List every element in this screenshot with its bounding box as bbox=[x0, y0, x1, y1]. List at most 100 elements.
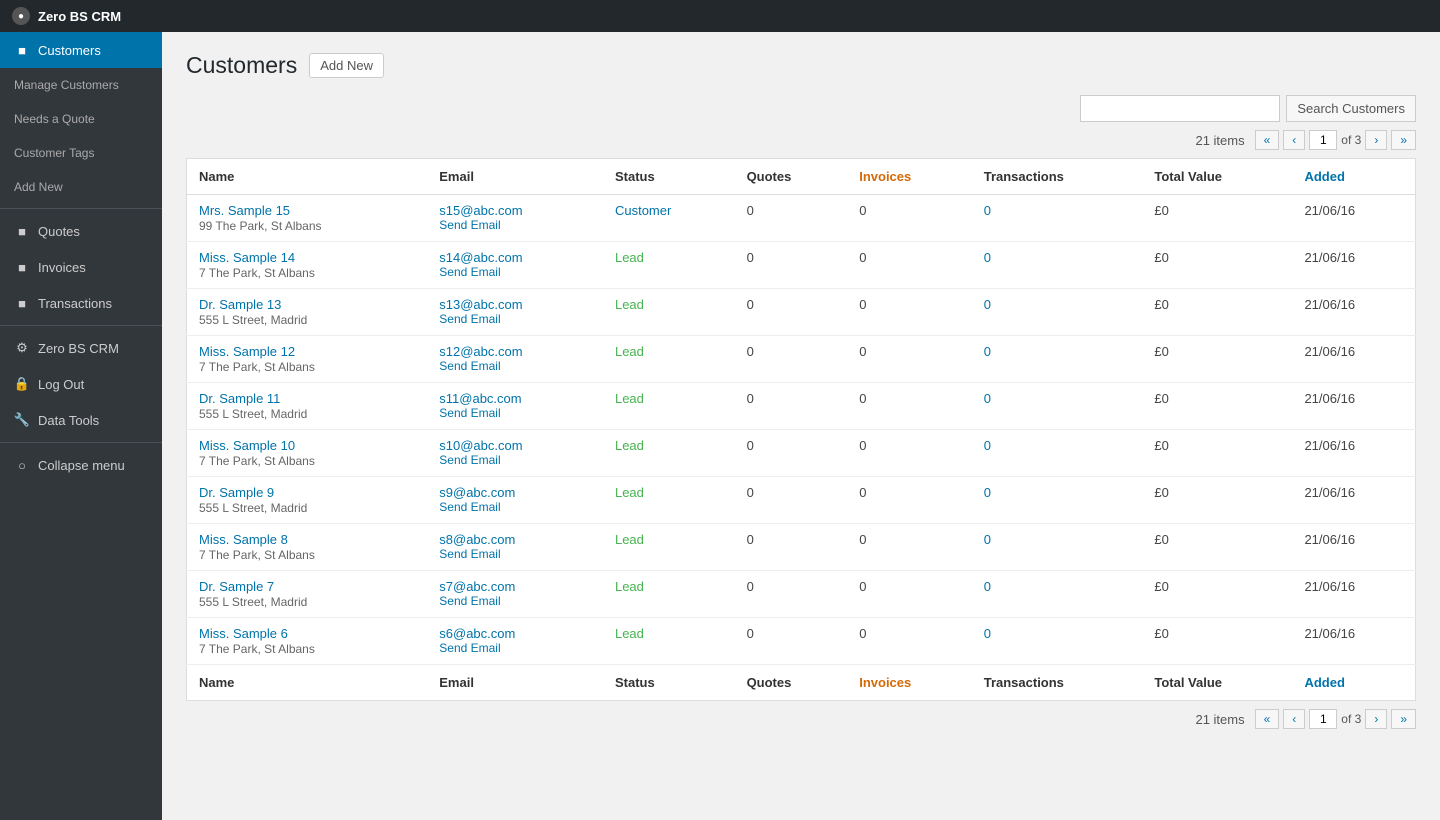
send-email-link-1[interactable]: Send Email bbox=[439, 265, 591, 279]
prev-page-btn-bottom[interactable]: ‹ bbox=[1283, 709, 1305, 729]
app-title: Zero BS CRM bbox=[38, 9, 121, 24]
cell-added-8: 21/06/16 bbox=[1292, 571, 1415, 618]
sidebar-item-add-new[interactable]: Add New bbox=[0, 170, 162, 204]
main-content: Customers Add New Search Customers 21 it… bbox=[162, 32, 1440, 820]
customer-email-link-0[interactable]: s15@abc.com bbox=[439, 203, 591, 218]
sidebar-item-data-tools[interactable]: 🔧 Data Tools bbox=[0, 402, 162, 438]
cell-quotes-7: 0 bbox=[735, 524, 848, 571]
customer-name-link-3[interactable]: Miss. Sample 12 bbox=[199, 344, 415, 359]
col-footer-status: Status bbox=[603, 665, 735, 701]
next-page-btn-top[interactable]: › bbox=[1365, 130, 1387, 150]
customer-name-link-5[interactable]: Miss. Sample 10 bbox=[199, 438, 415, 453]
transactions-link-4[interactable]: 0 bbox=[984, 391, 991, 406]
sidebar-item-invoices[interactable]: ■ Invoices bbox=[0, 249, 162, 285]
sidebar-item-manage-customers[interactable]: Manage Customers bbox=[0, 68, 162, 102]
cell-status-9: Lead bbox=[603, 618, 735, 665]
cell-total-value-9: £0 bbox=[1142, 618, 1292, 665]
cell-added-5: 21/06/16 bbox=[1292, 430, 1415, 477]
col-header-quotes: Quotes bbox=[735, 159, 848, 195]
send-email-link-4[interactable]: Send Email bbox=[439, 406, 591, 420]
customer-name-link-6[interactable]: Dr. Sample 9 bbox=[199, 485, 415, 500]
cell-transactions-8: 0 bbox=[972, 571, 1143, 618]
send-email-link-0[interactable]: Send Email bbox=[439, 218, 591, 232]
page-number-input-top[interactable] bbox=[1309, 130, 1337, 150]
transactions-link-7[interactable]: 0 bbox=[984, 532, 991, 547]
status-badge-4: Lead bbox=[615, 391, 644, 406]
customer-email-link-5[interactable]: s10@abc.com bbox=[439, 438, 591, 453]
customer-name-link-8[interactable]: Dr. Sample 7 bbox=[199, 579, 415, 594]
cell-added-7: 21/06/16 bbox=[1292, 524, 1415, 571]
cell-status-7: Lead bbox=[603, 524, 735, 571]
last-page-btn-top[interactable]: » bbox=[1391, 130, 1416, 150]
transactions-link-9[interactable]: 0 bbox=[984, 626, 991, 641]
status-badge-9: Lead bbox=[615, 626, 644, 641]
customer-name-link-0[interactable]: Mrs. Sample 15 bbox=[199, 203, 415, 218]
sidebar-item-customer-tags[interactable]: Customer Tags bbox=[0, 136, 162, 170]
send-email-link-2[interactable]: Send Email bbox=[439, 312, 591, 326]
first-page-btn-bottom[interactable]: « bbox=[1255, 709, 1280, 729]
prev-page-btn-top[interactable]: ‹ bbox=[1283, 130, 1305, 150]
sidebar-item-customers[interactable]: ■ Customers bbox=[0, 32, 162, 68]
cell-name-0: Mrs. Sample 15 99 The Park, St Albans bbox=[187, 195, 428, 242]
sidebar-item-collapse-menu[interactable]: ○ Collapse menu bbox=[0, 447, 162, 483]
customer-name-link-1[interactable]: Miss. Sample 14 bbox=[199, 250, 415, 265]
quotes-icon: ■ bbox=[14, 223, 30, 239]
customer-tags-label: Customer Tags bbox=[14, 146, 94, 160]
customer-email-link-8[interactable]: s7@abc.com bbox=[439, 579, 591, 594]
transactions-link-1[interactable]: 0 bbox=[984, 250, 991, 265]
customer-name-link-2[interactable]: Dr. Sample 13 bbox=[199, 297, 415, 312]
customer-name-link-7[interactable]: Miss. Sample 8 bbox=[199, 532, 415, 547]
send-email-link-6[interactable]: Send Email bbox=[439, 500, 591, 514]
col-footer-added: Added bbox=[1292, 665, 1415, 701]
transactions-link-8[interactable]: 0 bbox=[984, 579, 991, 594]
sidebar-customers-label: Customers bbox=[38, 43, 101, 58]
customer-email-link-4[interactable]: s11@abc.com bbox=[439, 391, 591, 406]
sidebar-divider-1 bbox=[0, 208, 162, 209]
first-page-btn-top[interactable]: « bbox=[1255, 130, 1280, 150]
send-email-link-7[interactable]: Send Email bbox=[439, 547, 591, 561]
customer-email-link-1[interactable]: s14@abc.com bbox=[439, 250, 591, 265]
search-input[interactable] bbox=[1080, 95, 1280, 122]
last-page-btn-bottom[interactable]: » bbox=[1391, 709, 1416, 729]
sidebar-item-zero-bs-crm[interactable]: ⚙ Zero BS CRM bbox=[0, 330, 162, 366]
sidebar-item-log-out[interactable]: 🔒 Log Out bbox=[0, 366, 162, 402]
cell-added-9: 21/06/16 bbox=[1292, 618, 1415, 665]
transactions-link-0[interactable]: 0 bbox=[984, 203, 991, 218]
cell-status-8: Lead bbox=[603, 571, 735, 618]
of-label-top: of 3 bbox=[1341, 133, 1361, 147]
sidebar-divider-2 bbox=[0, 325, 162, 326]
transactions-link-6[interactable]: 0 bbox=[984, 485, 991, 500]
send-email-link-9[interactable]: Send Email bbox=[439, 641, 591, 655]
customer-email-link-9[interactable]: s6@abc.com bbox=[439, 626, 591, 641]
next-page-btn-bottom[interactable]: › bbox=[1365, 709, 1387, 729]
cell-quotes-9: 0 bbox=[735, 618, 848, 665]
zero-bs-crm-label: Zero BS CRM bbox=[38, 341, 119, 356]
sidebar-item-needs-a-quote[interactable]: Needs a Quote bbox=[0, 102, 162, 136]
send-email-link-5[interactable]: Send Email bbox=[439, 453, 591, 467]
status-badge-0: Customer bbox=[615, 203, 671, 218]
customer-address-1: 7 The Park, St Albans bbox=[199, 266, 315, 280]
col-footer-name: Name bbox=[187, 665, 428, 701]
transactions-link-3[interactable]: 0 bbox=[984, 344, 991, 359]
cell-name-7: Miss. Sample 8 7 The Park, St Albans bbox=[187, 524, 428, 571]
search-button[interactable]: Search Customers bbox=[1286, 95, 1416, 122]
cell-quotes-2: 0 bbox=[735, 289, 848, 336]
sidebar-item-transactions[interactable]: ■ Transactions bbox=[0, 285, 162, 321]
cell-quotes-1: 0 bbox=[735, 242, 848, 289]
transactions-link-5[interactable]: 0 bbox=[984, 438, 991, 453]
send-email-link-8[interactable]: Send Email bbox=[439, 594, 591, 608]
customer-email-link-6[interactable]: s9@abc.com bbox=[439, 485, 591, 500]
page-number-input-bottom[interactable] bbox=[1309, 709, 1337, 729]
customer-email-link-2[interactable]: s13@abc.com bbox=[439, 297, 591, 312]
send-email-link-3[interactable]: Send Email bbox=[439, 359, 591, 373]
sidebar-item-quotes[interactable]: ■ Quotes bbox=[0, 213, 162, 249]
add-new-button[interactable]: Add New bbox=[309, 53, 384, 78]
transactions-link-2[interactable]: 0 bbox=[984, 297, 991, 312]
search-bar: Search Customers bbox=[186, 95, 1416, 122]
items-count-top: 21 items bbox=[1195, 133, 1244, 148]
status-badge-1: Lead bbox=[615, 250, 644, 265]
customer-email-link-7[interactable]: s8@abc.com bbox=[439, 532, 591, 547]
customer-name-link-4[interactable]: Dr. Sample 11 bbox=[199, 391, 415, 406]
customer-name-link-9[interactable]: Miss. Sample 6 bbox=[199, 626, 415, 641]
customer-email-link-3[interactable]: s12@abc.com bbox=[439, 344, 591, 359]
